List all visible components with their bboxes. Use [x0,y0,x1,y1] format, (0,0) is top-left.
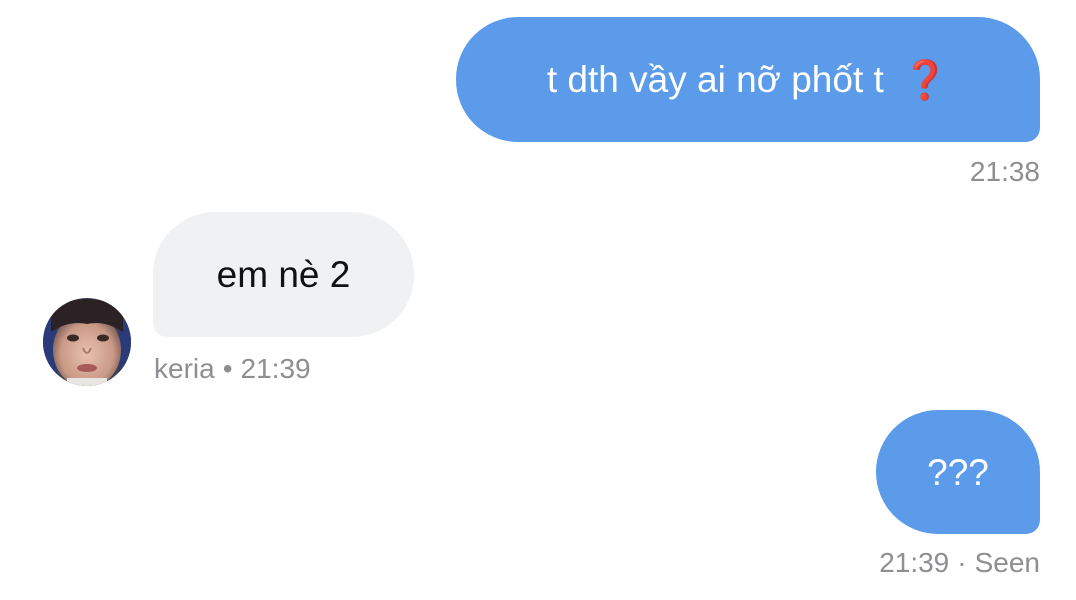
meta-separator: · [957,547,967,578]
message-text: ??? [927,451,989,493]
incoming-message-bubble[interactable]: em nè 2 [153,212,414,337]
message-time: 21:39 [240,353,311,384]
meta-separator: • [222,353,233,384]
avatar-photo [43,298,131,386]
message-time: 21:39 [879,547,950,578]
red-question-mark-icon: ❓ [901,57,950,102]
message-meta: keria • 21:39 [154,355,311,383]
outgoing-message-bubble[interactable]: t dth vầy ai nỡ phốt t ❓ [456,17,1040,142]
message-meta: 21:39 · Seen [879,549,1040,577]
message-text: em nè 2 [216,254,351,295]
message-timestamp: 21:38 [970,158,1040,186]
message-time: 21:38 [969,156,1040,187]
seen-status: Seen [974,547,1040,578]
sender-name: keria [154,353,215,384]
outgoing-message-bubble[interactable]: ??? [876,410,1040,534]
message-text: t dth vầy ai nỡ phốt t [546,59,884,100]
user-avatar[interactable] [43,298,131,386]
